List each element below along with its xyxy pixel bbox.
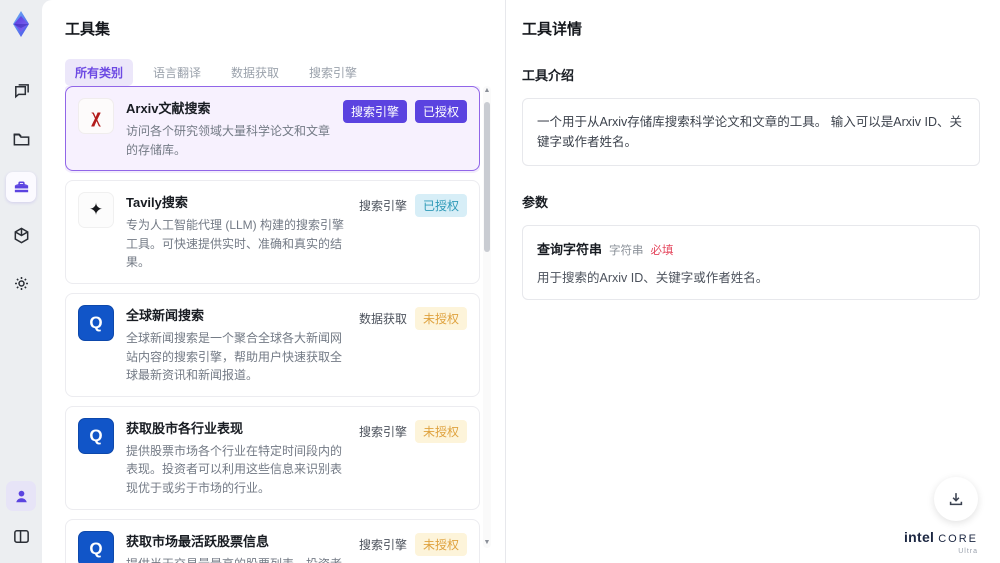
active-stocks-logo-icon: Q [78, 530, 114, 563]
chat-icon [14, 83, 29, 98]
tool-name: 全球新闻搜索 [126, 307, 205, 323]
category-label: 数据获取 [358, 311, 407, 326]
param-required-label: 必填 [650, 245, 674, 257]
tool-name: Tavily搜索 [126, 195, 188, 211]
tool-card-stock-sector[interactable]: Q 获取股市各行业表现 提供股票市场各个行业在特定时间段内的表现。投资者可以利用… [65, 405, 480, 510]
intro-heading: 工具介绍 [522, 68, 575, 83]
rail-bottom [6, 481, 36, 563]
gear-icon [14, 276, 28, 290]
user-icon [15, 490, 27, 502]
main-content: 工具集 所有类别 语言翻译 数据获取 搜索引擎 χ Arxiv文献搜索 访问各个… [42, 0, 1000, 563]
category-label: 搜索引擎 [358, 199, 407, 214]
tool-detail-panel: 工具详情 工具介绍 一个用于从Arxiv存储库搜索科学论文和文章的工具。 输入可… [505, 0, 1000, 563]
param-type: 字符串 [609, 245, 644, 257]
tool-name: 获取市场最活跃股票信息 [126, 533, 270, 549]
cube-icon [14, 226, 28, 244]
tavily-logo-icon: ✦ [78, 192, 114, 229]
stock-sector-logo-icon: Q [78, 417, 114, 454]
category-badge: 搜索引擎 [342, 100, 407, 123]
tool-description: 访问各个研究领域大量科学论文和文章的存储库。 [126, 124, 331, 157]
tool-list: χ Arxiv文献搜索 访问各个研究领域大量科学论文和文章的存储库。 搜索引擎 … [65, 86, 480, 563]
tab-data-acquisition[interactable]: 数据获取 [221, 59, 289, 86]
scrollbar-down-arrow[interactable]: ▼ [483, 538, 491, 548]
status-badge: 已授权 [414, 194, 467, 218]
scrollbar-thumb[interactable] [484, 102, 490, 252]
intro-box: 一个用于从Arxiv存储库搜索科学论文和文章的工具。 输入可以是Arxiv ID… [522, 98, 980, 166]
arxiv-logo-icon: χ [78, 98, 114, 134]
detail-title: 工具详情 [522, 21, 583, 38]
global-news-logo-icon: Q [78, 304, 114, 341]
tool-name: Arxiv文献搜索 [126, 101, 211, 116]
tool-list-panel: 工具集 所有类别 语言翻译 数据获取 搜索引擎 χ Arxiv文献搜索 访问各个… [42, 0, 505, 563]
ultra-wordmark: Ultra [958, 548, 978, 555]
nav-settings-button[interactable] [6, 268, 36, 298]
param-description: 用于搜索的Arxiv ID、关键字或作者姓名。 [537, 271, 769, 285]
tool-name: 获取股市各行业表现 [126, 420, 244, 436]
app-logo-icon [13, 11, 29, 37]
tool-description: 提供股票市场各个行业在特定时间段内的表现。投资者可以利用这些信息来识别表现优于或… [126, 443, 343, 495]
download-button[interactable] [934, 477, 978, 521]
category-tabs: 所有类别 语言翻译 数据获取 搜索引擎 [65, 59, 505, 86]
nav-models-button[interactable] [6, 220, 36, 250]
core-wordmark: CORE [938, 533, 978, 545]
rail-nav [6, 76, 36, 298]
folder-icon [13, 133, 29, 145]
intel-core-logo: intel CORE Ultra [904, 530, 978, 555]
tab-search-engine[interactable]: 搜索引擎 [299, 59, 367, 86]
page-title: 工具集 [65, 21, 111, 38]
user-avatar-button[interactable] [6, 481, 36, 511]
list-scrollbar[interactable]: ▲ ▼ [483, 86, 491, 548]
toolbox-icon [13, 181, 29, 192]
status-badge: 已授权 [414, 100, 467, 123]
left-rail [0, 0, 42, 563]
params-heading: 参数 [522, 195, 549, 210]
category-label: 搜索引擎 [358, 537, 407, 552]
tab-all-categories[interactable]: 所有类别 [65, 59, 134, 86]
status-badge: 未授权 [414, 419, 467, 443]
app-window: 工具集 所有类别 语言翻译 数据获取 搜索引擎 χ Arxiv文献搜索 访问各个… [0, 0, 1000, 563]
nav-tools-button[interactable] [6, 172, 36, 202]
download-icon [949, 493, 963, 506]
tab-language-translation[interactable]: 语言翻译 [143, 59, 211, 86]
param-box: 查询字符串 字符串 必填 用于搜索的Arxiv ID、关键字或作者姓名。 [522, 225, 980, 300]
tool-card-active-stocks[interactable]: Q 获取市场最活跃股票信息 提供当天交易量最高的股票列表，投资者可以利用这些信息… [65, 518, 480, 563]
category-label: 搜索引擎 [358, 424, 407, 439]
nav-files-button[interactable] [6, 124, 36, 154]
tool-card-global-news[interactable]: Q 全球新闻搜索 全球新闻搜索是一个聚合全球各大新闻网站内容的搜索引擎，帮助用户… [65, 292, 480, 397]
panel-toggle-icon [13, 529, 29, 543]
status-badge: 未授权 [414, 532, 467, 556]
tool-card-arxiv[interactable]: χ Arxiv文献搜索 访问各个研究领域大量科学论文和文章的存储库。 搜索引擎 … [65, 86, 480, 172]
intel-wordmark: intel [903, 529, 935, 545]
panel-toggle-button[interactable] [6, 521, 36, 551]
param-name: 查询字符串 [537, 242, 603, 257]
tool-description: 全球新闻搜索是一个聚合全球各大新闻网站内容的搜索引擎，帮助用户快速获取全球最新资… [126, 330, 343, 383]
tool-card-tavily[interactable]: ✦ Tavily搜索 专为人工智能代理 (LLM) 构建的搜索引擎工具。可快速提… [65, 180, 480, 284]
tool-description: 提供当天交易量最高的股票列表，投资者可以利用这些信息来识别流动性强的股票和潜在的… [126, 555, 347, 563]
status-badge: 未授权 [414, 306, 467, 330]
scrollbar-up-arrow[interactable]: ▲ [483, 86, 491, 96]
tool-description: 专为人工智能代理 (LLM) 构建的搜索引擎工具。可快速提供实时、准确和真实的结… [126, 218, 345, 270]
nav-chat-button[interactable] [6, 76, 36, 106]
